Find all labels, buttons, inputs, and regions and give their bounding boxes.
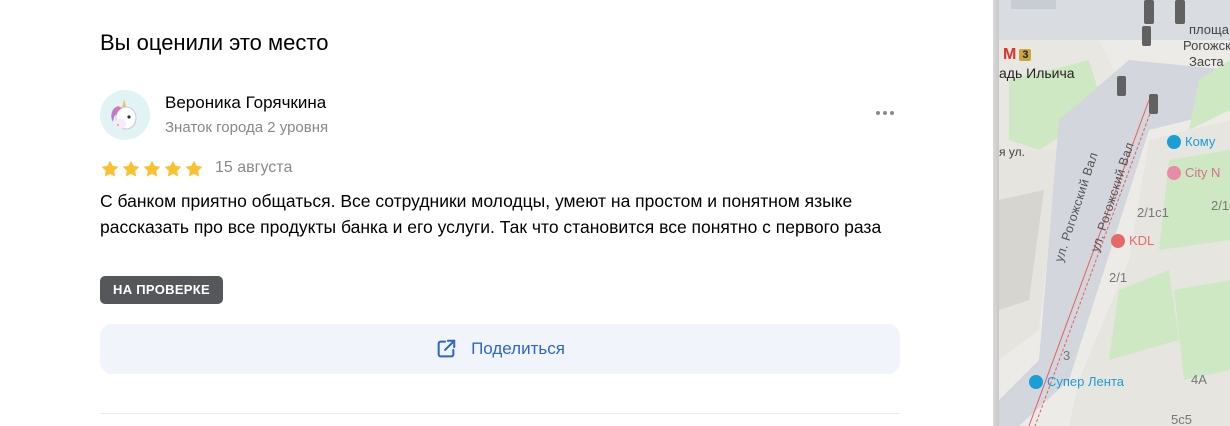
shop-icon (1167, 134, 1181, 149)
map-label-bldg-2-1c: 2/1с (1211, 198, 1230, 213)
metro-icon: М (1003, 46, 1017, 63)
section-title: Вы оценили это место (100, 30, 329, 55)
map-label-street: я ул. (999, 145, 1025, 159)
map-label-square: адь Ильича (999, 65, 1075, 81)
metro-station[interactable]: М 3 (1003, 46, 1032, 64)
share-icon (437, 339, 456, 358)
dot-icon (890, 111, 894, 115)
star-icon (143, 160, 161, 177)
star-icon (101, 160, 119, 177)
unicorn-icon (111, 99, 137, 130)
map-label-bldg-2-1: 2/1 (1109, 270, 1128, 285)
map[interactable]: площа Рогожск Заста М 3 адь Ильича я ул.… (999, 0, 1230, 426)
review-text: С банком приятно общаться. Все сотрудник… (100, 191, 882, 237)
poi-label: Супер Лента (1047, 374, 1124, 389)
poi-label: KDL (1129, 233, 1155, 248)
status-badge: НА ПРОВЕРКЕ (100, 276, 223, 304)
map-label-bldg-5c5: 5с5 (1171, 412, 1192, 426)
author-level: Знаток города 2 уровня (165, 119, 329, 136)
author-name[interactable]: Вероника Горячкина (165, 93, 326, 113)
map-label-bldg-4a: 4А (1191, 372, 1207, 387)
poi-komus[interactable]: Кому (1167, 134, 1215, 149)
map-label-bldg-2-1c1: 2/1с1 (1137, 205, 1169, 220)
map-label-rogozh: Рогожск (1183, 38, 1230, 53)
map-label-bldg-3: 3 (1063, 348, 1071, 363)
map-label-zasta: Заста (1189, 54, 1224, 69)
poi-label: Кому (1185, 134, 1216, 149)
poi-kdl[interactable]: KDL (1111, 233, 1154, 248)
star-icon (122, 160, 140, 177)
more-options-button[interactable] (870, 103, 900, 123)
share-label: Поделиться (471, 339, 565, 358)
shop-icon (1029, 374, 1043, 389)
metro-line-number: 3 (1019, 49, 1032, 61)
shop-icon (1167, 165, 1181, 180)
poi-city[interactable]: City N (1167, 165, 1220, 180)
dot-icon (883, 111, 887, 115)
divider (100, 413, 900, 414)
avatar[interactable] (100, 90, 150, 140)
poi-super-lenta[interactable]: Супер Лента (1029, 374, 1124, 389)
rating-stars (100, 159, 204, 179)
reviews-panel: Вы оценили это место Вероника Горячкина … (0, 0, 993, 426)
poi-label: City N (1185, 165, 1221, 180)
share-button[interactable]: Поделиться (100, 324, 900, 374)
star-icon (185, 160, 203, 177)
map-label-plosh: площа (1189, 22, 1229, 37)
review-date: 15 августа (215, 159, 293, 176)
medical-icon (1111, 233, 1125, 248)
star-icon (164, 160, 182, 177)
dot-icon (876, 111, 880, 115)
